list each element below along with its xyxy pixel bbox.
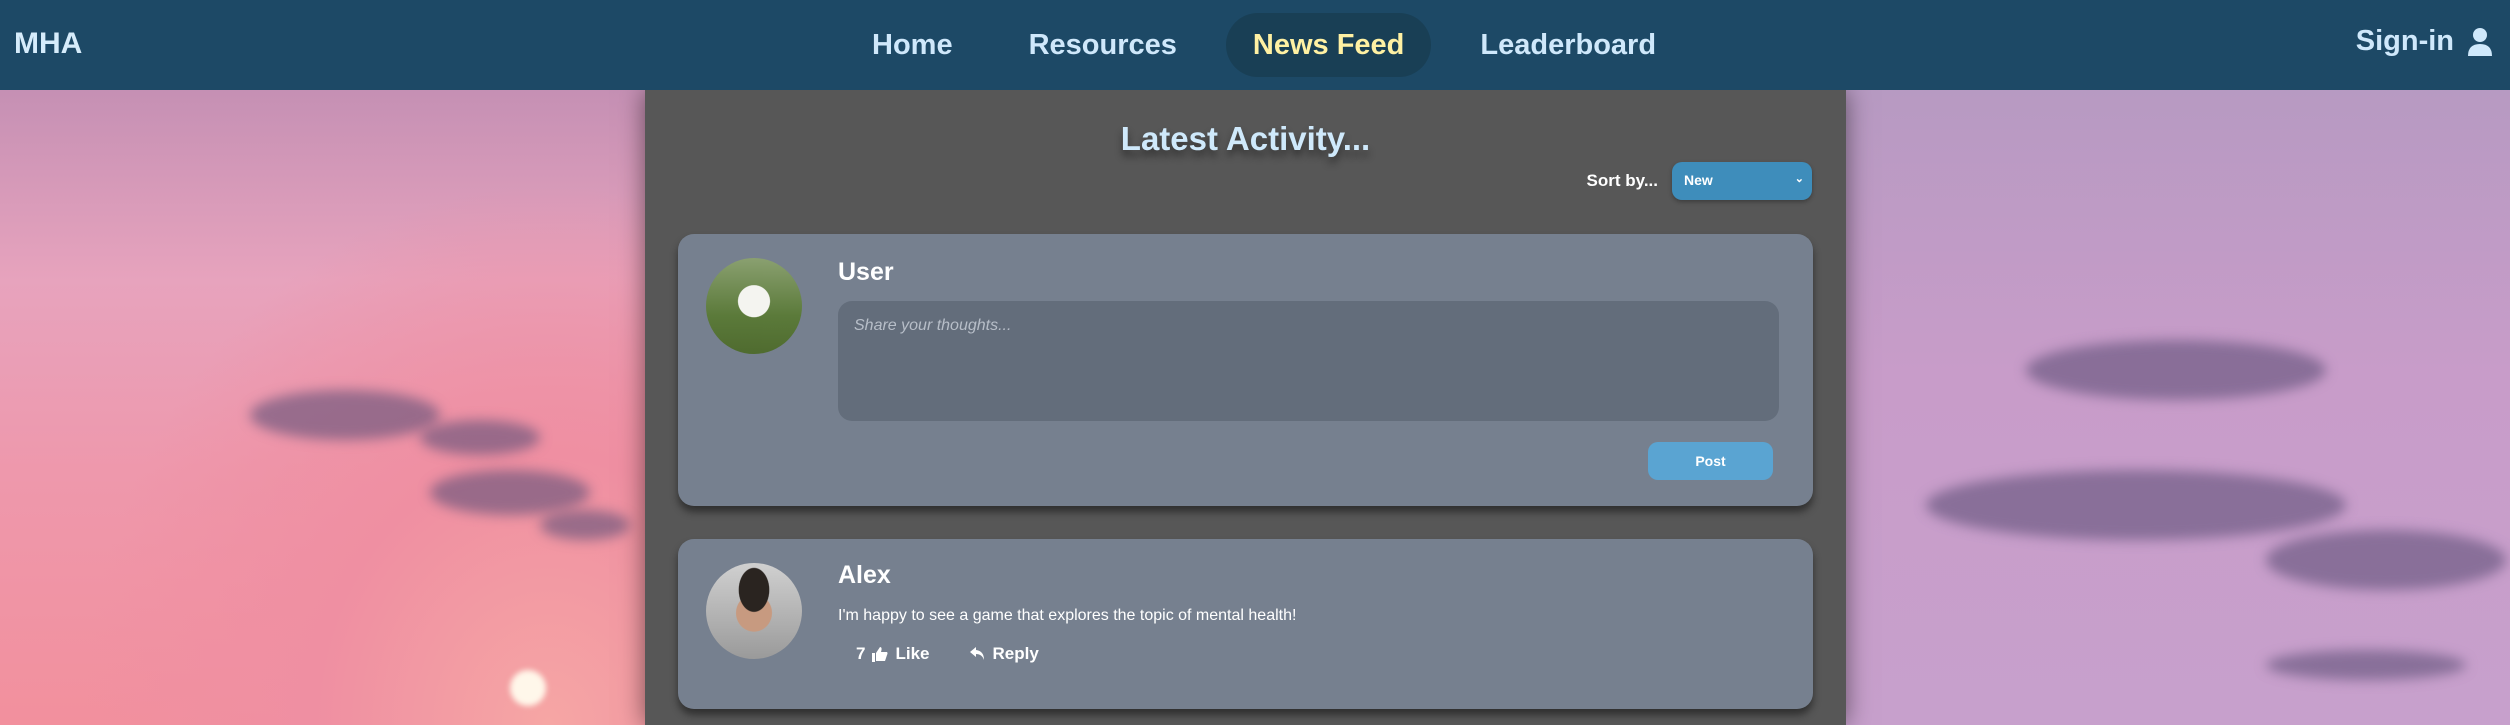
- post-author: Alex: [838, 561, 891, 589]
- post-text: I'm happy to see a game that explores th…: [838, 607, 1297, 624]
- nav-home[interactable]: Home: [845, 13, 980, 77]
- like-button[interactable]: 7 Like: [856, 644, 930, 664]
- sign-in-label: Sign-in: [2355, 25, 2454, 57]
- reply-label: Reply: [992, 644, 1039, 663]
- reply-icon: [969, 647, 984, 660]
- chevron-down-icon: ⌄: [1794, 173, 1804, 185]
- like-count: 7: [856, 644, 866, 663]
- sort-label: Sort by...: [1586, 171, 1658, 190]
- user-icon: [2468, 27, 2492, 56]
- post-button[interactable]: Post: [1648, 442, 1773, 480]
- post-card: Alex I'm happy to see a game that explor…: [678, 539, 1813, 709]
- sun: [510, 670, 546, 706]
- composer-username: User: [838, 258, 894, 286]
- user-avatar: [706, 258, 802, 354]
- sign-in-button[interactable]: Sign-in: [2356, 25, 2492, 58]
- nav-leaderboard[interactable]: Leaderboard: [1453, 13, 1683, 77]
- page-title: Latest Activity...: [1120, 120, 1371, 157]
- top-navbar: MHA Home Resources News Feed Leaderboard…: [0, 0, 2510, 90]
- reply-button[interactable]: Reply: [969, 644, 1039, 664]
- alex-avatar: [706, 563, 802, 659]
- post-textarea[interactable]: Share your thoughts...: [838, 301, 1779, 421]
- background-sky-right: [1846, 90, 2510, 725]
- like-label: Like: [895, 644, 930, 663]
- thumbs-up-icon: [872, 647, 888, 662]
- nav-news-feed[interactable]: News Feed: [1225, 13, 1432, 77]
- logo[interactable]: MHA: [14, 27, 82, 61]
- nav-resources[interactable]: Resources: [1002, 13, 1204, 77]
- news-feed-panel: Latest Activity... Sort by... New ⌄ User …: [645, 90, 1846, 725]
- sort-value: New: [1684, 172, 1713, 188]
- sort-select[interactable]: New ⌄: [1672, 162, 1812, 200]
- composer-card: User Share your thoughts... Post: [678, 234, 1813, 506]
- background-sky-left: [0, 90, 645, 725]
- sort-control: Sort by... New ⌄: [1587, 162, 1812, 200]
